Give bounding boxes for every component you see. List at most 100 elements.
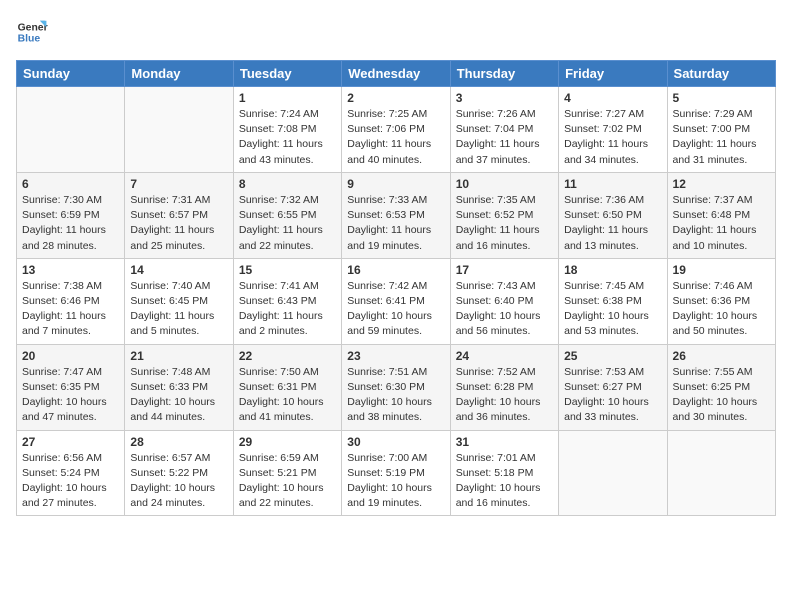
day-number: 10 <box>456 177 553 191</box>
day-number: 20 <box>22 349 119 363</box>
weekday-header-sunday: Sunday <box>17 61 125 87</box>
day-info: Sunrise: 6:59 AMSunset: 5:21 PMDaylight:… <box>239 451 336 512</box>
calendar-cell <box>17 87 125 173</box>
day-info: Sunrise: 7:01 AMSunset: 5:18 PMDaylight:… <box>456 451 553 512</box>
day-number: 6 <box>22 177 119 191</box>
day-info: Sunrise: 7:43 AMSunset: 6:40 PMDaylight:… <box>456 279 553 340</box>
day-info: Sunrise: 7:25 AMSunset: 7:06 PMDaylight:… <box>347 107 444 168</box>
calendar-cell: 9 Sunrise: 7:33 AMSunset: 6:53 PMDaylight… <box>342 172 450 258</box>
weekday-header-monday: Monday <box>125 61 233 87</box>
calendar-cell: 22 Sunrise: 7:50 AMSunset: 6:31 PMDayligh… <box>233 344 341 430</box>
day-number: 9 <box>347 177 444 191</box>
day-number: 30 <box>347 435 444 449</box>
day-number: 4 <box>564 91 661 105</box>
week-row-2: 6 Sunrise: 7:30 AMSunset: 6:59 PMDaylight… <box>17 172 776 258</box>
calendar-cell: 27 Sunrise: 6:56 AMSunset: 5:24 PMDayligh… <box>17 430 125 516</box>
svg-text:Blue: Blue <box>18 34 41 45</box>
day-number: 3 <box>456 91 553 105</box>
day-number: 23 <box>347 349 444 363</box>
calendar-cell: 20 Sunrise: 7:47 AMSunset: 6:35 PMDayligh… <box>17 344 125 430</box>
calendar-cell: 26 Sunrise: 7:55 AMSunset: 6:25 PMDayligh… <box>667 344 775 430</box>
calendar-cell: 1 Sunrise: 7:24 AMSunset: 7:08 PMDaylight… <box>233 87 341 173</box>
calendar-cell: 10 Sunrise: 7:35 AMSunset: 6:52 PMDayligh… <box>450 172 558 258</box>
weekday-header-row: SundayMondayTuesdayWednesdayThursdayFrid… <box>17 61 776 87</box>
day-number: 24 <box>456 349 553 363</box>
day-info: Sunrise: 7:48 AMSunset: 6:33 PMDaylight:… <box>130 365 227 426</box>
calendar: SundayMondayTuesdayWednesdayThursdayFrid… <box>16 60 776 516</box>
day-info: Sunrise: 7:41 AMSunset: 6:43 PMDaylight:… <box>239 279 336 340</box>
day-number: 1 <box>239 91 336 105</box>
day-info: Sunrise: 7:51 AMSunset: 6:30 PMDaylight:… <box>347 365 444 426</box>
day-info: Sunrise: 7:35 AMSunset: 6:52 PMDaylight:… <box>456 193 553 254</box>
day-number: 22 <box>239 349 336 363</box>
day-info: Sunrise: 7:40 AMSunset: 6:45 PMDaylight:… <box>130 279 227 340</box>
day-info: Sunrise: 7:37 AMSunset: 6:48 PMDaylight:… <box>673 193 770 254</box>
day-number: 13 <box>22 263 119 277</box>
day-number: 18 <box>564 263 661 277</box>
day-info: Sunrise: 7:42 AMSunset: 6:41 PMDaylight:… <box>347 279 444 340</box>
calendar-cell: 3 Sunrise: 7:26 AMSunset: 7:04 PMDaylight… <box>450 87 558 173</box>
day-info: Sunrise: 7:32 AMSunset: 6:55 PMDaylight:… <box>239 193 336 254</box>
day-info: Sunrise: 7:26 AMSunset: 7:04 PMDaylight:… <box>456 107 553 168</box>
day-number: 15 <box>239 263 336 277</box>
day-info: Sunrise: 6:57 AMSunset: 5:22 PMDaylight:… <box>130 451 227 512</box>
calendar-cell: 18 Sunrise: 7:45 AMSunset: 6:38 PMDayligh… <box>559 258 667 344</box>
calendar-cell: 7 Sunrise: 7:31 AMSunset: 6:57 PMDaylight… <box>125 172 233 258</box>
day-number: 11 <box>564 177 661 191</box>
day-info: Sunrise: 7:33 AMSunset: 6:53 PMDaylight:… <box>347 193 444 254</box>
calendar-cell: 11 Sunrise: 7:36 AMSunset: 6:50 PMDayligh… <box>559 172 667 258</box>
week-row-4: 20 Sunrise: 7:47 AMSunset: 6:35 PMDayligh… <box>17 344 776 430</box>
week-row-3: 13Sunrise: 7:38 AMSunset: 6:46 PMDayligh… <box>17 258 776 344</box>
day-info: Sunrise: 7:30 AMSunset: 6:59 PMDaylight:… <box>22 193 119 254</box>
day-info: Sunrise: 7:24 AMSunset: 7:08 PMDaylight:… <box>239 107 336 168</box>
day-info: Sunrise: 7:31 AMSunset: 6:57 PMDaylight:… <box>130 193 227 254</box>
weekday-header-friday: Friday <box>559 61 667 87</box>
day-number: 21 <box>130 349 227 363</box>
calendar-cell: 28 Sunrise: 6:57 AMSunset: 5:22 PMDayligh… <box>125 430 233 516</box>
calendar-cell: 16 Sunrise: 7:42 AMSunset: 6:41 PMDayligh… <box>342 258 450 344</box>
calendar-cell: 13Sunrise: 7:38 AMSunset: 6:46 PMDayligh… <box>17 258 125 344</box>
calendar-cell: 17 Sunrise: 7:43 AMSunset: 6:40 PMDayligh… <box>450 258 558 344</box>
calendar-cell <box>667 430 775 516</box>
calendar-cell: 14Sunrise: 7:40 AMSunset: 6:45 PMDayligh… <box>125 258 233 344</box>
calendar-cell: 8 Sunrise: 7:32 AMSunset: 6:55 PMDaylight… <box>233 172 341 258</box>
day-info: Sunrise: 7:47 AMSunset: 6:35 PMDaylight:… <box>22 365 119 426</box>
weekday-header-tuesday: Tuesday <box>233 61 341 87</box>
day-info: Sunrise: 6:56 AMSunset: 5:24 PMDaylight:… <box>22 451 119 512</box>
day-number: 26 <box>673 349 770 363</box>
weekday-header-saturday: Saturday <box>667 61 775 87</box>
calendar-cell <box>559 430 667 516</box>
day-info: Sunrise: 7:50 AMSunset: 6:31 PMDaylight:… <box>239 365 336 426</box>
logo-icon: General Blue <box>16 16 48 48</box>
week-row-1: 1 Sunrise: 7:24 AMSunset: 7:08 PMDaylight… <box>17 87 776 173</box>
day-info: Sunrise: 7:36 AMSunset: 6:50 PMDaylight:… <box>564 193 661 254</box>
day-number: 17 <box>456 263 553 277</box>
day-number: 31 <box>456 435 553 449</box>
day-number: 16 <box>347 263 444 277</box>
day-number: 27 <box>22 435 119 449</box>
week-row-5: 27 Sunrise: 6:56 AMSunset: 5:24 PMDayligh… <box>17 430 776 516</box>
day-info: Sunrise: 7:53 AMSunset: 6:27 PMDaylight:… <box>564 365 661 426</box>
weekday-header-wednesday: Wednesday <box>342 61 450 87</box>
day-number: 25 <box>564 349 661 363</box>
calendar-cell: 30Sunrise: 7:00 AMSunset: 5:19 PMDayligh… <box>342 430 450 516</box>
calendar-cell: 2Sunrise: 7:25 AMSunset: 7:06 PMDaylight… <box>342 87 450 173</box>
page-header: General Blue <box>16 16 776 48</box>
day-number: 28 <box>130 435 227 449</box>
calendar-cell: 4 Sunrise: 7:27 AMSunset: 7:02 PMDaylight… <box>559 87 667 173</box>
day-number: 19 <box>673 263 770 277</box>
calendar-cell: 24Sunrise: 7:52 AMSunset: 6:28 PMDayligh… <box>450 344 558 430</box>
calendar-cell: 5Sunrise: 7:29 AMSunset: 7:00 PMDaylight… <box>667 87 775 173</box>
day-info: Sunrise: 7:55 AMSunset: 6:25 PMDaylight:… <box>673 365 770 426</box>
calendar-cell: 19Sunrise: 7:46 AMSunset: 6:36 PMDayligh… <box>667 258 775 344</box>
calendar-cell: 15 Sunrise: 7:41 AMSunset: 6:43 PMDayligh… <box>233 258 341 344</box>
day-info: Sunrise: 7:45 AMSunset: 6:38 PMDaylight:… <box>564 279 661 340</box>
day-number: 7 <box>130 177 227 191</box>
day-number: 12 <box>673 177 770 191</box>
calendar-cell: 6 Sunrise: 7:30 AMSunset: 6:59 PMDaylight… <box>17 172 125 258</box>
calendar-cell: 23 Sunrise: 7:51 AMSunset: 6:30 PMDayligh… <box>342 344 450 430</box>
day-number: 8 <box>239 177 336 191</box>
day-info: Sunrise: 7:27 AMSunset: 7:02 PMDaylight:… <box>564 107 661 168</box>
calendar-cell: 31 Sunrise: 7:01 AMSunset: 5:18 PMDayligh… <box>450 430 558 516</box>
calendar-cell <box>125 87 233 173</box>
